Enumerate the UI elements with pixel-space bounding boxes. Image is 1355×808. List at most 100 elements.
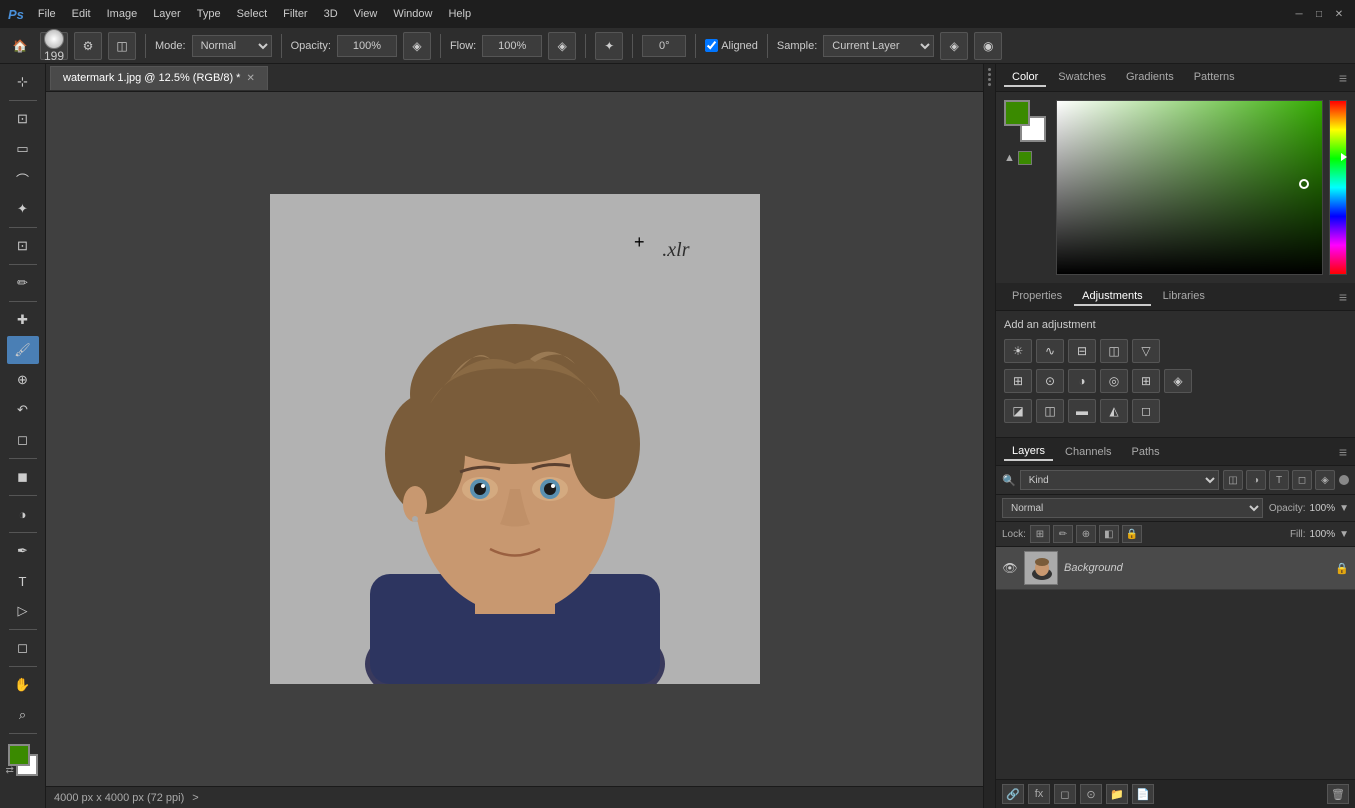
brush-toggle-button[interactable]: ◫ xyxy=(108,32,136,60)
canvas-viewport[interactable]: + .xlr xyxy=(46,92,983,786)
dodge-tool[interactable]: ◑ xyxy=(7,500,39,528)
eraser-tool[interactable]: ◻ xyxy=(7,426,39,454)
gradient-tool[interactable]: ◼ xyxy=(7,463,39,491)
swap-colors-icon[interactable]: ⇄ xyxy=(6,765,14,776)
path-select-tool[interactable]: ▷ xyxy=(7,597,39,625)
fg-color-box[interactable] xyxy=(1004,100,1030,126)
status-arrow[interactable]: > xyxy=(192,792,198,804)
blend-mode-select[interactable]: Normal Dissolve Multiply Screen xyxy=(1002,498,1263,518)
aligned-checkbox-group[interactable]: Aligned xyxy=(705,39,758,52)
menu-file[interactable]: File xyxy=(32,6,62,22)
zoom-tool[interactable]: ⌕ xyxy=(7,701,39,729)
adj-panel-menu-icon[interactable]: ≡ xyxy=(1339,289,1347,305)
threshold-adj-btn[interactable]: ▬ xyxy=(1068,399,1096,423)
flow-pressure-button[interactable]: ◈ xyxy=(548,32,576,60)
channel-mixer-adj-btn[interactable]: ⊞ xyxy=(1132,369,1160,393)
canvas-image[interactable]: + .xlr xyxy=(270,194,760,684)
exposure-adj-btn[interactable]: ◫ xyxy=(1100,339,1128,363)
smartobj-filter-btn[interactable]: ◈ xyxy=(1315,470,1335,490)
pen-tool[interactable]: ✒ xyxy=(7,537,39,565)
close-button[interactable]: ✕ xyxy=(1331,6,1347,22)
vibrance-adj-btn[interactable]: ▽ xyxy=(1132,339,1160,363)
color-alpha-square[interactable] xyxy=(1018,151,1032,165)
lock-all-btn[interactable]: 🔒 xyxy=(1122,525,1142,543)
foreground-color-swatch[interactable] xyxy=(8,744,30,766)
add-mask-btn[interactable]: ◻ xyxy=(1054,784,1076,804)
add-fill-adj-btn[interactable]: ⊙ xyxy=(1080,784,1102,804)
gradient-map-adj-btn[interactable]: ◭ xyxy=(1100,399,1128,423)
tab-swatches[interactable]: Swatches xyxy=(1050,69,1114,87)
link-layers-btn[interactable]: 🔗 xyxy=(1002,784,1024,804)
layer-item-background[interactable]: 👁 Background 🔒 xyxy=(996,547,1355,590)
lock-checkerboard-btn[interactable]: ⊞ xyxy=(1030,525,1050,543)
curves-adj-btn[interactable]: ∿ xyxy=(1036,339,1064,363)
kind-filter-select[interactable]: Kind xyxy=(1020,470,1219,490)
color-swatch-area[interactable]: ⇄ xyxy=(4,742,42,778)
shape-tool[interactable]: ◻ xyxy=(7,634,39,662)
tab-patterns[interactable]: Patterns xyxy=(1186,69,1243,87)
magic-wand-tool[interactable]: ✦ xyxy=(7,195,39,223)
tab-gradients[interactable]: Gradients xyxy=(1118,69,1182,87)
menu-window[interactable]: Window xyxy=(387,6,438,22)
adjustment-filter-btn[interactable]: ◑ xyxy=(1246,470,1266,490)
flow-input[interactable] xyxy=(482,35,542,57)
healing-brush-tool[interactable]: ✚ xyxy=(7,306,39,334)
maximize-button[interactable]: □ xyxy=(1311,6,1327,22)
hand-tool[interactable]: ✋ xyxy=(7,671,39,699)
menu-3d[interactable]: 3D xyxy=(318,6,344,22)
text-filter-btn[interactable]: T xyxy=(1269,470,1289,490)
hue-strip[interactable] xyxy=(1329,100,1347,275)
history-brush-tool[interactable]: ↶ xyxy=(7,396,39,424)
tab-adjustments[interactable]: Adjustments xyxy=(1074,288,1151,306)
aligned-checkbox[interactable] xyxy=(705,39,718,52)
menu-layer[interactable]: Layer xyxy=(147,6,187,22)
shape-filter-btn[interactable]: ◻ xyxy=(1292,470,1312,490)
hue-sat-adj-btn[interactable]: ⊙ xyxy=(1036,369,1064,393)
gradient-picker-box[interactable] xyxy=(1056,100,1323,275)
select-rect-tool[interactable]: ▭ xyxy=(7,135,39,163)
fill-dropdown-icon[interactable]: ▼ xyxy=(1339,529,1349,540)
color-panel-menu-icon[interactable]: ≡ xyxy=(1339,70,1347,86)
window-controls[interactable]: ─ □ ✕ xyxy=(1291,6,1347,22)
minimize-button[interactable]: ─ xyxy=(1291,6,1307,22)
opacity-layer-value[interactable]: 100% xyxy=(1310,503,1336,514)
brightness-adj-btn[interactable]: ☀ xyxy=(1004,339,1032,363)
crop-tool[interactable]: ⊡ xyxy=(7,232,39,260)
eyedropper-tool[interactable]: ✏ xyxy=(7,269,39,297)
ignore-adjustments-button[interactable]: ◉ xyxy=(974,32,1002,60)
clone-stamp-tool[interactable]: ⊕ xyxy=(7,366,39,394)
posterize-adj-btn[interactable]: ◫ xyxy=(1036,399,1064,423)
menu-image[interactable]: Image xyxy=(101,6,144,22)
create-group-btn[interactable]: 📁 xyxy=(1106,784,1128,804)
new-layer-btn[interactable]: 📄 xyxy=(1132,784,1154,804)
brush-tool[interactable]: 🖌 xyxy=(7,336,39,364)
mode-select[interactable]: Normal Multiply Screen xyxy=(192,35,272,57)
sample-select[interactable]: Current Layer All Layers Current & Below xyxy=(823,35,934,57)
color-lookup-adj-btn[interactable]: ◈ xyxy=(1164,369,1192,393)
angle-input[interactable] xyxy=(642,35,686,57)
tab-paths[interactable]: Paths xyxy=(1124,444,1168,460)
menu-help[interactable]: Help xyxy=(442,6,477,22)
tab-color[interactable]: Color xyxy=(1004,69,1046,87)
tab-layers[interactable]: Layers xyxy=(1004,443,1053,461)
invert-adj-btn[interactable]: ◪ xyxy=(1004,399,1032,423)
layer-visibility-toggle[interactable]: 👁 xyxy=(1002,560,1018,576)
text-tool[interactable]: T xyxy=(7,567,39,595)
lock-move-btn[interactable]: ⊕ xyxy=(1076,525,1096,543)
lock-brush-btn[interactable]: ✏ xyxy=(1053,525,1073,543)
tab-properties[interactable]: Properties xyxy=(1004,288,1070,306)
opacity-input[interactable] xyxy=(337,35,397,57)
brush-settings-button[interactable]: ⚙ xyxy=(74,32,102,60)
airbrush-button[interactable]: ✦ xyxy=(595,32,623,60)
color-balance-adj-btn[interactable]: ⊞ xyxy=(1004,369,1032,393)
menu-bar[interactable]: File Edit Image Layer Type Select Filter… xyxy=(32,6,477,22)
tab-close-button[interactable]: ✕ xyxy=(246,73,254,84)
brush-preset-picker[interactable]: 199 xyxy=(40,32,68,60)
move-tool[interactable]: ⊹ xyxy=(7,68,39,96)
menu-filter[interactable]: Filter xyxy=(277,6,313,22)
artboard-tool[interactable]: ⊡ xyxy=(7,105,39,133)
fill-value[interactable]: 100% xyxy=(1310,529,1336,540)
opacity-pressure-button[interactable]: ◈ xyxy=(403,32,431,60)
selective-color-adj-btn[interactable]: ◻ xyxy=(1132,399,1160,423)
black-white-adj-btn[interactable]: ◑ xyxy=(1068,369,1096,393)
